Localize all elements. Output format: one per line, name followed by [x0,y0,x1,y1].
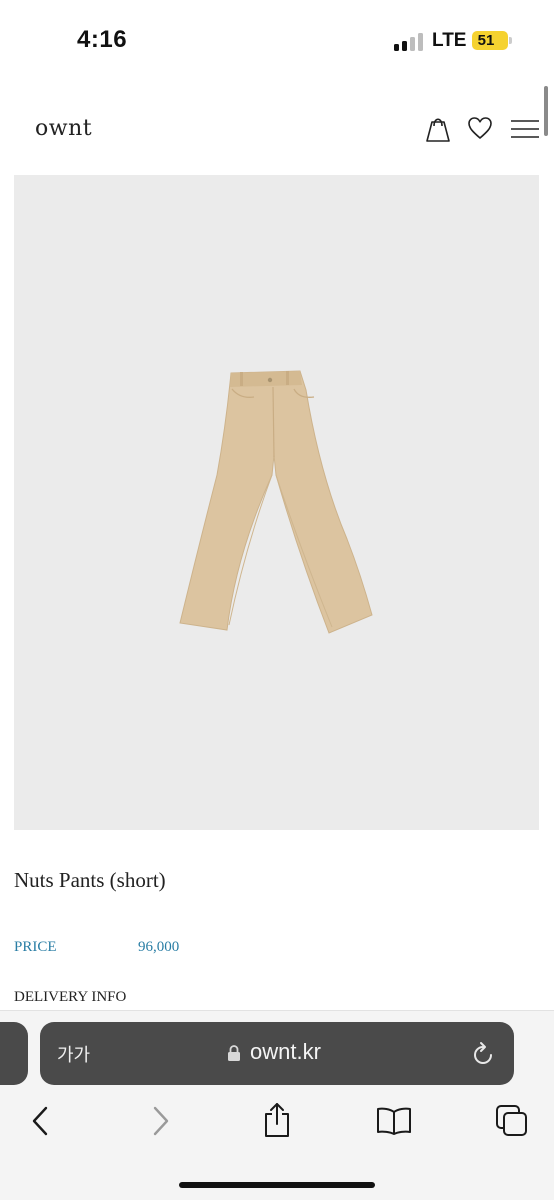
network-type: LTE [432,30,467,51]
forward-icon[interactable] [148,1104,174,1143]
home-indicator [179,1182,375,1188]
text-size-button[interactable]: 가가 [57,1041,90,1067]
reload-icon[interactable] [471,1041,495,1072]
menu-icon[interactable] [510,118,540,145]
signal-strength-icon [394,33,424,51]
url-text[interactable]: ownt.kr [250,1039,321,1065]
site-logo[interactable]: ownt [35,116,92,141]
lock-icon [227,1044,241,1067]
site-header: ownt [0,100,554,160]
share-icon[interactable] [262,1101,292,1144]
tabs-icon[interactable] [495,1104,529,1143]
bookmarks-icon[interactable] [376,1106,412,1141]
delivery-info-toggle[interactable]: DELIVERY INFO [14,989,126,1006]
battery-icon: 51 [472,31,508,50]
price-label: PRICE [14,939,57,955]
battery-cap [509,37,512,44]
status-time: 4:16 [77,26,128,53]
status-bar: 4:16 LTE 51 [0,0,554,80]
heart-icon[interactable] [467,116,493,145]
pants-image [179,370,373,634]
shopping-bag-icon[interactable] [424,114,452,149]
back-icon[interactable] [28,1104,54,1143]
battery-level: 51 [477,32,495,49]
product-image[interactable] [14,175,539,830]
product-name: Nuts Pants (short) [14,868,166,892]
price-value: 96,000 [138,939,180,955]
previous-tab-pill[interactable] [0,1022,28,1085]
